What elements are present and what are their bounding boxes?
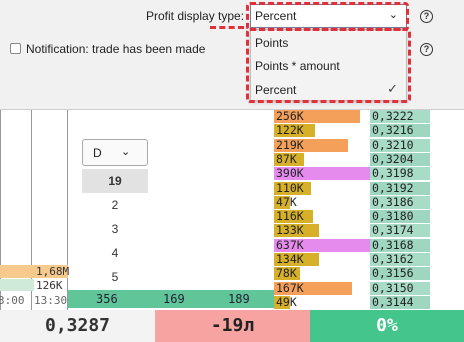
row-price: 0,3144 [370,295,430,309]
order-book: 256K 0,3222 122K 0,3216 219K 0,3210 87K 0,3204 3… [274,110,430,310]
row-price: 0,3204 [370,152,430,166]
time-label: 3:00 [0,294,25,307]
volume-filter-option[interactable]: 2 [82,193,148,217]
row-price: 0,3210 [370,138,430,152]
volume-label: 126K [36,279,63,292]
order-book-row[interactable]: 47K 0,3186 [274,194,430,209]
help-icon[interactable]: ? [420,10,433,23]
volume-bar [0,265,34,278]
row-price: 0,3180 [370,210,430,224]
notification-checkbox[interactable] [10,43,21,54]
chart-area: 1,68M 126K 3:00 13:30 356 169 189 D ⌄ 19… [0,110,464,310]
order-book-row[interactable]: 390K 0,3198 [274,166,430,181]
order-book-row[interactable]: 219K 0,3210 [274,137,430,152]
order-book-row[interactable]: 134K 0,3162 [274,253,430,266]
row-price: 0,3156 [370,267,430,281]
order-book-row[interactable]: 122K 0,3216 [274,123,430,138]
row-price: 0,3216 [370,124,430,138]
order-book-row[interactable]: 256K 0,3222 [274,110,430,123]
volume-filter-label: D [93,146,102,160]
order-book-row[interactable]: 637K 0,3168 [274,237,430,252]
volume-label: 1,68M [36,265,70,278]
trade-count: 169 [163,292,185,306]
row-volume: 87K [276,151,297,166]
volume-filter-option[interactable]: 19 [82,169,148,193]
highlight-dropdown-outline [246,28,411,103]
volume-bar [0,279,34,291]
row-price: 0,3168 [370,238,430,252]
row-volume: 116K [276,209,304,224]
row-volume: 134K [276,252,304,266]
order-book-row[interactable]: 49K 0,3144 [274,294,430,309]
row-volume: 122K [276,123,304,138]
order-book-row[interactable]: 110K 0,3192 [274,180,430,195]
row-volume: 133K [276,223,304,238]
profit-value: -19л [155,310,310,342]
order-book-row[interactable]: 167K 0,3150 [274,280,430,295]
row-volume: 49K [276,294,297,309]
row-volume: 390K [276,166,304,181]
settings-panel: Profit display type: Percent ⌄ ? Notific… [0,0,464,110]
row-volume: 637K [276,237,304,252]
notification-label: Notification: trade has been made [26,42,206,56]
row-price: 0,3174 [370,224,430,238]
profit-percent: 0% [310,310,464,342]
row-price: 0,3192 [370,181,430,195]
volume-filter-option[interactable]: 5 [82,265,148,289]
row-volume: 47K [276,194,297,209]
row-volume: 78K [276,266,297,281]
last-price: 0,3287 [0,310,155,342]
row-price: 0,3186 [370,195,430,209]
order-book-row[interactable]: 87K 0,3204 [274,151,430,166]
row-volume: 256K [276,110,304,123]
bottom-bar: 0,3287 -19л 0% [0,310,464,342]
volume-filter-select[interactable]: D ⌄ [82,139,148,166]
chevron-down-icon: ⌄ [121,146,131,158]
row-volume: 167K [276,280,304,295]
order-book-row[interactable]: 78K 0,3156 [274,266,430,281]
highlight-select-outline [246,2,409,31]
trade-count: 356 [96,292,118,306]
profit-display-type-label: Profit display type: [146,9,245,23]
help-icon[interactable]: ? [420,43,433,56]
row-price: 0,3162 [370,253,430,266]
time-label: 13:30 [34,294,68,307]
grid-line [67,110,68,310]
volume-filter-option[interactable]: 3 [82,217,148,241]
order-book-row[interactable]: 133K 0,3174 [274,223,430,238]
row-volume: 219K [276,137,304,152]
row-volume: 110K [276,180,304,195]
row-price: 0,3222 [370,110,430,123]
trade-count: 189 [228,292,250,306]
row-price: 0,3198 [370,167,430,181]
row-price: 0,3150 [370,281,430,295]
volume-filter-option[interactable]: 4 [82,241,148,265]
order-book-row[interactable]: 116K 0,3180 [274,209,430,224]
highlight-label-underline [210,26,244,29]
